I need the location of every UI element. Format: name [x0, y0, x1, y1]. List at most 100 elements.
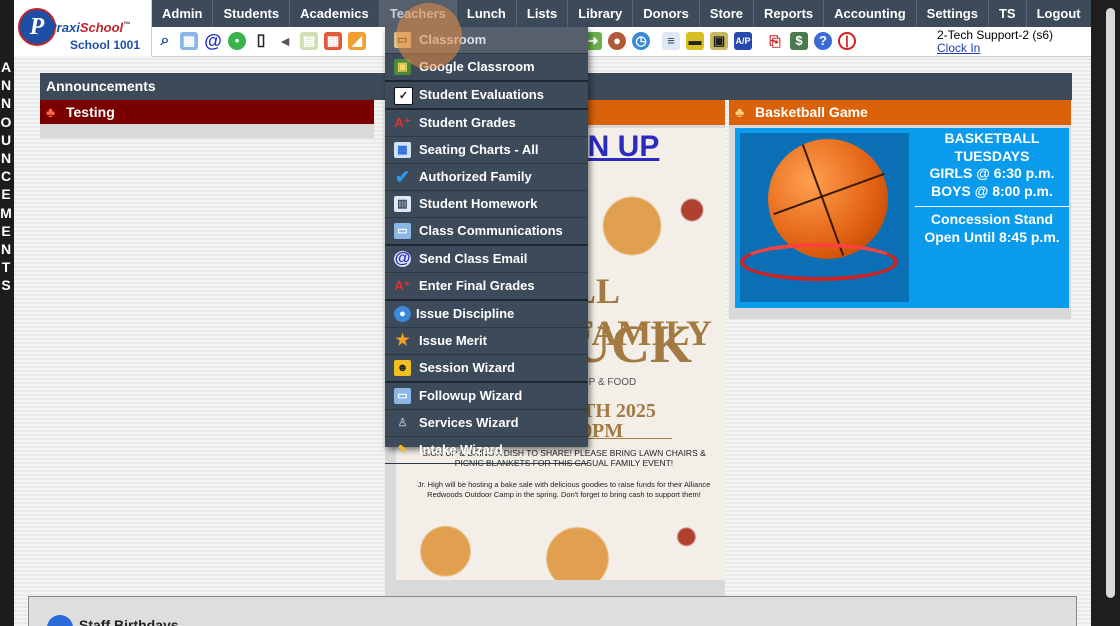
menu-item-classroom[interactable]: ▭ Classroom	[385, 27, 588, 54]
menu-item-class-communications[interactable]: ▭ Class Communications	[385, 218, 588, 246]
testing-panel: ♣ Testing	[40, 100, 374, 138]
menu-item-student-homework[interactable]: ▥ Student Homework	[385, 191, 588, 218]
vertical-letter: T	[1, 259, 11, 276]
poster-note2: Jr. High will be hosting a bake sale wit…	[417, 480, 711, 499]
menu-item-issue-merit[interactable]: ★ Issue Merit	[385, 328, 588, 355]
nav-admin[interactable]: Admin	[152, 0, 214, 27]
user-info: 2-Tech Support-2 (s6) Clock In	[937, 29, 1053, 55]
money-icon[interactable]: $	[790, 32, 808, 50]
logo-brand: PraxiSchool™	[48, 20, 131, 35]
nav-students[interactable]: Students	[213, 0, 291, 27]
session-icon: ☻	[394, 360, 411, 376]
vertical-letter: M	[0, 204, 12, 221]
clock-icon[interactable]: ◷	[632, 32, 650, 50]
birthday-icon	[47, 615, 73, 626]
pumpkins-illustration	[396, 508, 726, 580]
nav-settings[interactable]: Settings	[917, 0, 989, 27]
calendar-icon[interactable]: ▦	[324, 32, 342, 50]
nav-lists[interactable]: Lists	[517, 0, 569, 27]
menu-item-student-evaluations[interactable]: ✓ Student Evaluations	[385, 82, 588, 110]
menu-item-issue-discipline[interactable]: ● Issue Discipline	[385, 301, 588, 328]
users-icon[interactable]: ●	[608, 32, 626, 50]
testing-body	[40, 124, 374, 138]
menu-item-session-wizard[interactable]: ☻ Session Wizard	[385, 355, 588, 383]
nav-ts[interactable]: TS	[989, 0, 1027, 27]
nav-reports[interactable]: Reports	[754, 0, 825, 27]
main-nav: Admin Students Academics Teachers Lunch …	[152, 0, 1091, 27]
nav-academics[interactable]: Academics	[290, 0, 380, 27]
menu-label: Student Grades	[419, 115, 516, 130]
menu-label: Send Class Email	[419, 251, 528, 266]
grade-a-plus-icon: A⁺	[394, 278, 411, 293]
search-icon[interactable]: ⌕	[156, 32, 174, 50]
menu-label: Authorized Family	[419, 169, 532, 184]
menu-item-followup-wizard[interactable]: ▭ Followup Wizard	[385, 383, 588, 410]
help-icon[interactable]: ?	[814, 32, 832, 50]
basketball-title: ♣ Basketball Game	[729, 100, 1071, 125]
menu-label: Issue Discipline	[416, 306, 515, 321]
document-icon[interactable]: ≡	[662, 32, 680, 50]
nav-logout[interactable]: Logout	[1027, 0, 1091, 27]
menu-item-send-class-email[interactable]: @ Send Class Email	[385, 246, 588, 273]
vertical-letter: U	[0, 131, 12, 148]
megaphone-icon[interactable]: ◢	[348, 32, 366, 50]
menu-item-google-classroom[interactable]: ▣ Google Classroom	[385, 54, 588, 82]
menu-label: Enter Final Grades	[419, 278, 535, 293]
power-icon[interactable]: |	[838, 32, 856, 50]
nav-accounting[interactable]: Accounting	[824, 0, 917, 27]
nav-library[interactable]: Library	[568, 0, 634, 27]
nav-donors[interactable]: Donors	[633, 0, 700, 27]
speaker-icon[interactable]: ◄	[276, 32, 294, 50]
nav-store[interactable]: Store	[700, 0, 755, 27]
calendar-grid-icon[interactable]: ▦	[180, 32, 198, 50]
vertical-letter: N	[0, 77, 12, 94]
basketball-title-text: Basketball Game	[755, 104, 868, 120]
phone-icon[interactable]: ▯	[252, 32, 270, 50]
menu-label: Student Evaluations	[419, 87, 544, 102]
menu-item-seating-charts[interactable]: ▦ Seating Charts - All	[385, 137, 588, 164]
scrollbar-thumb[interactable]	[1106, 8, 1115, 598]
vertical-letter: E	[1, 186, 11, 203]
announcement-icon: ♣	[46, 104, 56, 120]
menu-item-authorized-family[interactable]: ✔ Authorized Family	[385, 164, 588, 191]
menu-item-student-grades[interactable]: A⁺ Student Grades	[385, 110, 588, 137]
clock-in-link[interactable]: Clock In	[937, 41, 980, 55]
bb-line5: Concession Stand	[930, 211, 1054, 227]
menu-label: Followup Wizard	[419, 388, 523, 403]
ap-icon[interactable]: A/P	[734, 32, 752, 50]
vertical-letter: E	[1, 222, 11, 239]
testing-title-text: Testing	[66, 104, 115, 120]
printer-icon[interactable]: ▣	[710, 32, 728, 50]
nav-teachers[interactable]: Teachers	[379, 0, 457, 27]
pdf-icon[interactable]: ⎘	[766, 32, 784, 50]
menu-item-services-wizard[interactable]: ♙ Services Wizard	[385, 410, 588, 437]
menu-label: Classroom	[419, 32, 487, 47]
vertical-letter: O	[0, 113, 12, 130]
page: P PraxiSchool™ School 1001 Admin Student…	[14, 0, 1091, 626]
menu-label: Services Wizard	[419, 415, 519, 430]
menu-label: Issue Merit	[419, 333, 487, 348]
services-icon: ♙	[397, 417, 408, 429]
menu-label: Seating Charts - All	[419, 142, 539, 157]
basketball-text: BASKETBALL TUESDAYS GIRLS @ 6:30 p.m. BO…	[915, 130, 1069, 246]
bb-line1: BASKETBALL	[944, 130, 1040, 146]
bb-line4: BOYS @ 8:00 p.m.	[931, 182, 1053, 199]
ticket-icon[interactable]: ▬	[686, 32, 704, 50]
chat-icon[interactable]: •	[228, 32, 246, 50]
menu-item-enter-final-grades[interactable]: A⁺ Enter Final Grades	[385, 273, 588, 301]
menu-label: Class Communications	[419, 223, 563, 238]
bb-line6: Open Until 8:45 p.m.	[924, 228, 1060, 245]
testing-title: ♣ Testing	[40, 100, 374, 124]
leaves-illustration	[572, 186, 722, 266]
logo[interactable]: P PraxiSchool™ School 1001	[14, 0, 152, 56]
google-classroom-icon: ▣	[394, 59, 411, 75]
menu-label: Session Wizard	[419, 360, 515, 375]
email-at-icon: @	[394, 250, 411, 267]
nav-lunch[interactable]: Lunch	[457, 0, 517, 27]
vertical-letter: A	[0, 59, 12, 75]
grid-icon[interactable]: ▤	[300, 32, 318, 50]
vertical-announcements-label: ANNOUNCEMENTS	[0, 58, 12, 295]
email-at-icon[interactable]: @	[204, 32, 222, 50]
menu-item-intake-wizard[interactable]: ✎ Intake Wizard	[385, 437, 588, 464]
bb-line3: GIRLS @ 6:30 p.m.	[929, 165, 1055, 181]
